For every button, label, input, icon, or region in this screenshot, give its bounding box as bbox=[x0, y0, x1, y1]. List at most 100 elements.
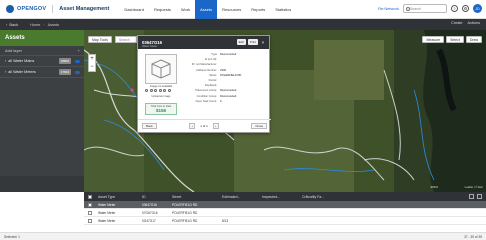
expand-icon[interactable] bbox=[167, 89, 171, 92]
table-cell: Water Meter bbox=[98, 210, 116, 215]
field-row: Open Task Count: 0 bbox=[184, 99, 268, 104]
column-header[interactable]: Street bbox=[169, 195, 219, 199]
field-label: Id (not Id): bbox=[204, 58, 217, 62]
field-value: Disconnected bbox=[220, 94, 237, 98]
camera-icon[interactable] bbox=[149, 89, 153, 92]
edit-button[interactable]: Edit bbox=[236, 39, 246, 45]
layers-sidebar: Assets Add layer + › all Water Mains 1880… bbox=[0, 30, 84, 192]
breadcrumb-separator: › bbox=[43, 22, 45, 27]
nav-assets[interactable]: Assets bbox=[195, 0, 218, 19]
table-header: Asset Type ID Street Estimated... Inspec… bbox=[84, 192, 486, 201]
nav-work[interactable]: Work bbox=[176, 0, 195, 19]
table-cell: 03647G16 bbox=[142, 202, 157, 207]
settings-icon[interactable] bbox=[469, 194, 474, 199]
zoom-control: + − bbox=[88, 54, 96, 72]
layer-visibility-toggle[interactable] bbox=[75, 59, 80, 63]
pager-next-icon[interactable]: › bbox=[212, 123, 219, 129]
field-label: Placement Group: bbox=[195, 89, 217, 93]
field-label: Parcel: bbox=[208, 79, 217, 83]
field-value: 2330 bbox=[220, 68, 226, 72]
select-button[interactable]: Select bbox=[446, 36, 464, 43]
layer-visibility-toggle[interactable] bbox=[75, 70, 80, 74]
select-all-checkbox[interactable] bbox=[88, 194, 92, 199]
nav-reports[interactable]: Reports bbox=[246, 0, 270, 19]
selection-count: Selected: 1 bbox=[4, 234, 20, 239]
table-row[interactable]: Water Meter 0G47G17 POLERFIELD RD 8/13 bbox=[84, 217, 486, 225]
map-scale: 200 ft bbox=[430, 185, 438, 189]
delete-icon[interactable] bbox=[163, 89, 166, 92]
asset-detail-card: 03647G16 Water Meter Edit Print × Image … bbox=[137, 35, 271, 133]
table-cell: POLERFIELD RD bbox=[172, 218, 198, 223]
draw-button[interactable]: Draw bbox=[465, 36, 482, 43]
column-header[interactable]: Inspected... bbox=[259, 195, 299, 199]
map-tools-button[interactable]: Map Tools bbox=[88, 36, 112, 43]
create-button[interactable]: Create bbox=[451, 21, 462, 25]
layer-label: all Water Meters bbox=[8, 70, 36, 74]
app-logo[interactable]: OPENGOV Asset Management bbox=[6, 5, 109, 13]
chevron-right-icon[interactable]: › bbox=[5, 59, 6, 63]
breadcrumb-home[interactable]: Home bbox=[30, 23, 40, 27]
table-row[interactable]: Water Meter 03647G16 POLERFIELD RD bbox=[84, 201, 486, 209]
column-header[interactable]: Asset Type bbox=[95, 195, 139, 199]
zoom-out-button[interactable]: − bbox=[89, 63, 95, 71]
field-label: Open Task Count: bbox=[195, 99, 217, 103]
nav-statistics[interactable]: Statistics bbox=[270, 0, 296, 19]
actions-button[interactable]: Actions bbox=[468, 21, 480, 25]
nav-dashboard[interactable]: Dashboard bbox=[119, 0, 149, 19]
chevron-left-icon: ‹ bbox=[6, 22, 8, 27]
layer-count-badge: 18806 bbox=[58, 58, 71, 64]
map-attribution[interactable]: Leaflet | © Esri bbox=[465, 185, 483, 189]
column-header[interactable]: Estimated... bbox=[219, 195, 259, 199]
zoom-in-button[interactable]: + bbox=[89, 55, 95, 63]
asset-image-placeholder[interactable] bbox=[145, 54, 177, 84]
card-footer: Back ‹ 1 of 1 › Close bbox=[138, 119, 271, 132]
settings-icon[interactable]: ⚙ bbox=[462, 5, 469, 12]
row-checkbox[interactable] bbox=[88, 218, 92, 223]
card-back-button[interactable]: Back bbox=[142, 123, 157, 129]
nav-resources[interactable]: Resources bbox=[217, 0, 246, 19]
field-label: Condition Group: bbox=[196, 94, 217, 98]
back-button[interactable]: ‹ Back bbox=[6, 22, 18, 27]
measure-button[interactable]: Measure bbox=[422, 36, 445, 43]
field-label: Address Number: bbox=[196, 68, 217, 72]
asset-type-subtitle: Water Meter bbox=[142, 44, 158, 48]
help-icon[interactable]: ? bbox=[451, 5, 458, 12]
breadcrumb-assets[interactable]: Assets bbox=[48, 23, 59, 27]
table-row[interactable]: Water Meter 07G67G16 POLERFIELD RD bbox=[84, 209, 486, 217]
field-value: Disconnected bbox=[220, 89, 237, 93]
plus-icon[interactable]: + bbox=[78, 48, 80, 53]
field-label: Replaced: bbox=[204, 84, 217, 88]
upload-image-label[interactable]: Upload an image bbox=[143, 95, 179, 98]
card-header: 03647G16 Water Meter Edit Print × bbox=[138, 36, 269, 49]
column-header[interactable]: ID bbox=[139, 195, 169, 199]
table-tools bbox=[469, 194, 482, 199]
total-cost-box: Total Cost to Date $156 bbox=[145, 103, 177, 115]
map-search-input[interactable]: Search bbox=[114, 36, 137, 43]
sidebar-item-water-mains[interactable]: › all Water Mains 18806 bbox=[0, 56, 84, 67]
upload-icon[interactable] bbox=[145, 89, 148, 92]
pager-status: 1 of 1 bbox=[200, 124, 208, 128]
column-header[interactable]: Criticality Fa... bbox=[299, 195, 343, 199]
link-icon[interactable] bbox=[154, 89, 157, 92]
rotate-icon[interactable] bbox=[158, 89, 162, 92]
card-close-button[interactable]: Close bbox=[251, 123, 267, 129]
recent-link[interactable]: Re:Network bbox=[378, 6, 399, 11]
card-body: Image not available Upload an image Tota… bbox=[138, 49, 271, 121]
avatar[interactable]: JD bbox=[473, 4, 482, 13]
sidebar-footer bbox=[0, 176, 84, 192]
row-checkbox[interactable] bbox=[88, 210, 92, 215]
chevron-right-icon[interactable]: › bbox=[5, 70, 6, 74]
layer-label: all Water Mains bbox=[8, 59, 35, 63]
add-layer-row[interactable]: Add layer + bbox=[0, 46, 84, 56]
table-cell: 8/13 bbox=[222, 218, 229, 223]
print-button[interactable]: Print bbox=[247, 39, 258, 45]
nav-requests[interactable]: Requests bbox=[149, 0, 176, 19]
global-search-input[interactable]: Search bbox=[403, 4, 447, 13]
sidebar-item-water-meters[interactable]: › all Water Meters 17604 bbox=[0, 67, 84, 78]
status-bar: Selected: 1 37 - 39 of 39 bbox=[0, 232, 486, 240]
pager-prev-icon[interactable]: ‹ bbox=[189, 123, 196, 129]
add-layer-label: Add layer bbox=[5, 48, 22, 53]
close-icon[interactable]: × bbox=[260, 39, 266, 45]
row-checkbox[interactable] bbox=[88, 202, 92, 207]
expand-icon[interactable] bbox=[477, 194, 482, 199]
